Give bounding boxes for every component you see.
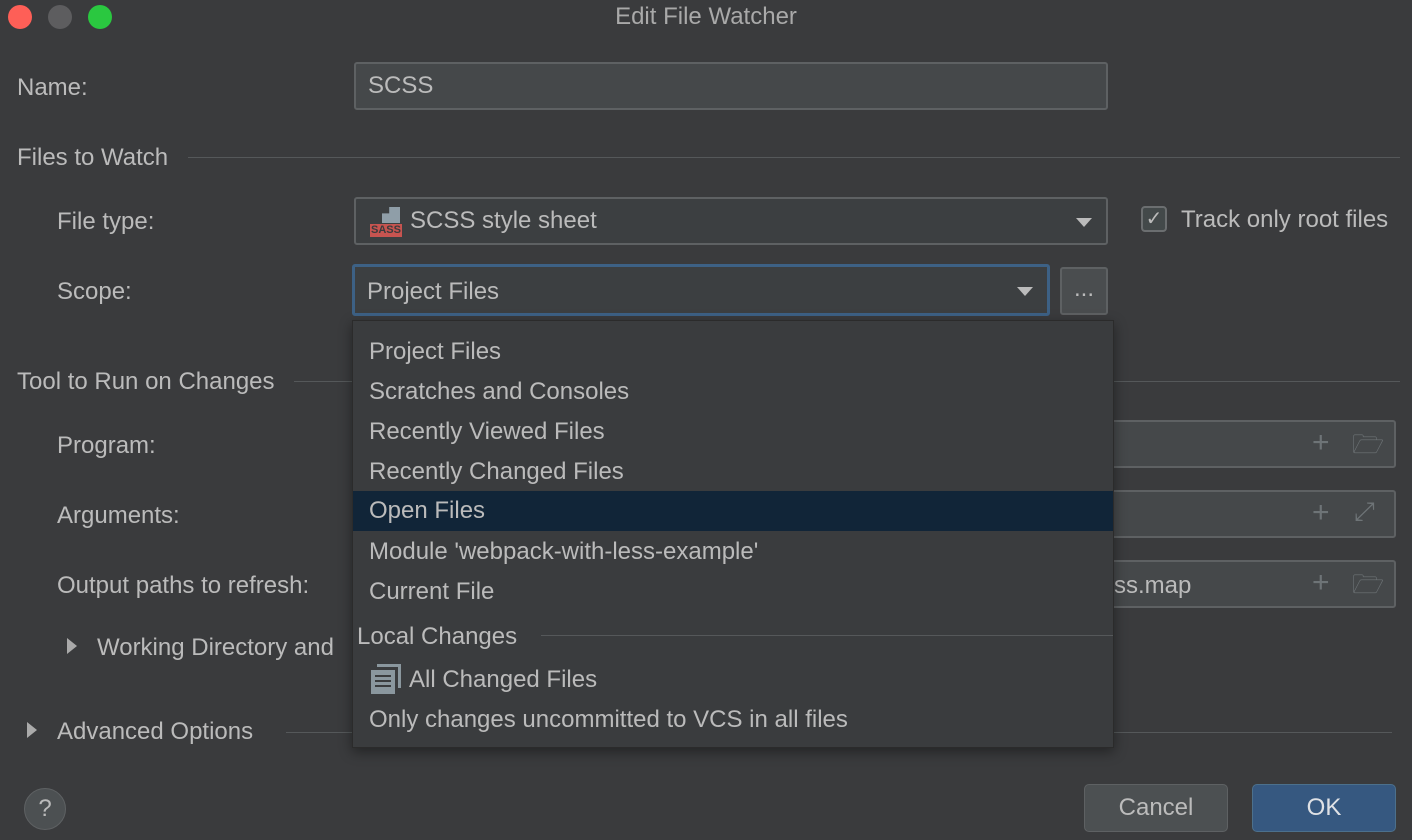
output-paths-input[interactable]: ss.map + 🗁 bbox=[1100, 560, 1396, 608]
output-paths-label: Output paths to refresh: bbox=[57, 572, 310, 599]
sass-file-icon: SASS bbox=[370, 207, 402, 237]
program-label: Program: bbox=[57, 432, 156, 459]
plus-icon[interactable]: + bbox=[1312, 496, 1330, 530]
popup-item-open-files[interactable]: Open Files bbox=[353, 491, 1113, 531]
name-input[interactable]: SCSS bbox=[354, 62, 1108, 110]
popup-item-recently-viewed[interactable]: Recently Viewed Files bbox=[353, 412, 1113, 452]
scope-label: Scope: bbox=[57, 278, 132, 305]
folder-icon[interactable]: 🗁 bbox=[1352, 566, 1384, 610]
arguments-label: Arguments: bbox=[57, 502, 180, 529]
file-type-value: SCSS style sheet bbox=[410, 207, 597, 234]
plus-icon[interactable]: + bbox=[1312, 566, 1330, 600]
chevron-down-icon bbox=[1076, 218, 1092, 227]
expand-icon[interactable]: ⤢ bbox=[1354, 496, 1375, 528]
popup-group-local-changes: Local Changes bbox=[357, 623, 518, 650]
name-value: SCSS bbox=[368, 72, 434, 99]
popup-item-uncommitted[interactable]: Only changes uncommitted to VCS in all f… bbox=[353, 700, 1113, 740]
ok-button[interactable]: OK bbox=[1252, 784, 1396, 832]
popup-item-scratches[interactable]: Scratches and Consoles bbox=[353, 372, 1113, 412]
file-type-dropdown[interactable]: SASS SCSS style sheet bbox=[354, 197, 1108, 245]
scope-more-button[interactable]: ... bbox=[1060, 267, 1108, 315]
folder-icon[interactable]: 🗁 bbox=[1352, 426, 1384, 470]
program-input[interactable]: + 🗁 bbox=[1100, 420, 1396, 468]
output-paths-value: ss.map bbox=[1114, 572, 1192, 599]
changelist-icon bbox=[371, 664, 401, 694]
files-to-watch-heading: Files to Watch bbox=[17, 144, 169, 171]
cancel-button[interactable]: Cancel bbox=[1084, 784, 1228, 832]
chevron-down-icon bbox=[1017, 287, 1033, 296]
close-window-button[interactable] bbox=[8, 5, 32, 29]
maximize-window-button[interactable] bbox=[88, 5, 112, 29]
minimize-window-button[interactable] bbox=[48, 5, 72, 29]
track-root-checkbox[interactable]: ✓ bbox=[1141, 206, 1167, 232]
arguments-input[interactable]: + ⤢ bbox=[1100, 490, 1396, 538]
expand-triangle-icon[interactable] bbox=[67, 638, 77, 654]
window-title: Edit File Watcher bbox=[615, 3, 797, 30]
popup-item-project-files[interactable]: Project Files bbox=[353, 332, 1113, 372]
scope-value: Project Files bbox=[367, 278, 500, 305]
scope-popup: Project Files Scratches and Consoles Rec… bbox=[352, 320, 1114, 748]
popup-item-label: All Changed Files bbox=[409, 666, 598, 693]
popup-item-current-file[interactable]: Current File bbox=[353, 572, 1113, 612]
name-label: Name: bbox=[17, 74, 88, 101]
popup-item-recently-changed[interactable]: Recently Changed Files bbox=[353, 452, 1113, 492]
advanced-options-toggle[interactable]: Advanced Options bbox=[57, 718, 253, 746]
scope-dropdown[interactable]: Project Files bbox=[352, 264, 1050, 316]
expand-triangle-icon[interactable] bbox=[27, 722, 37, 738]
tool-heading: Tool to Run on Changes bbox=[17, 368, 275, 395]
working-directory-toggle[interactable]: Working Directory and bbox=[97, 634, 334, 662]
plus-icon[interactable]: + bbox=[1312, 426, 1330, 460]
file-type-label: File type: bbox=[57, 208, 155, 235]
track-root-label: Track only root files bbox=[1181, 206, 1389, 233]
popup-item-all-changed[interactable]: All Changed Files bbox=[353, 660, 1113, 700]
divider bbox=[541, 635, 1113, 636]
divider bbox=[188, 157, 1400, 158]
popup-item-module[interactable]: Module 'webpack-with-less-example' bbox=[353, 532, 1113, 572]
help-button[interactable]: ? bbox=[24, 788, 66, 830]
